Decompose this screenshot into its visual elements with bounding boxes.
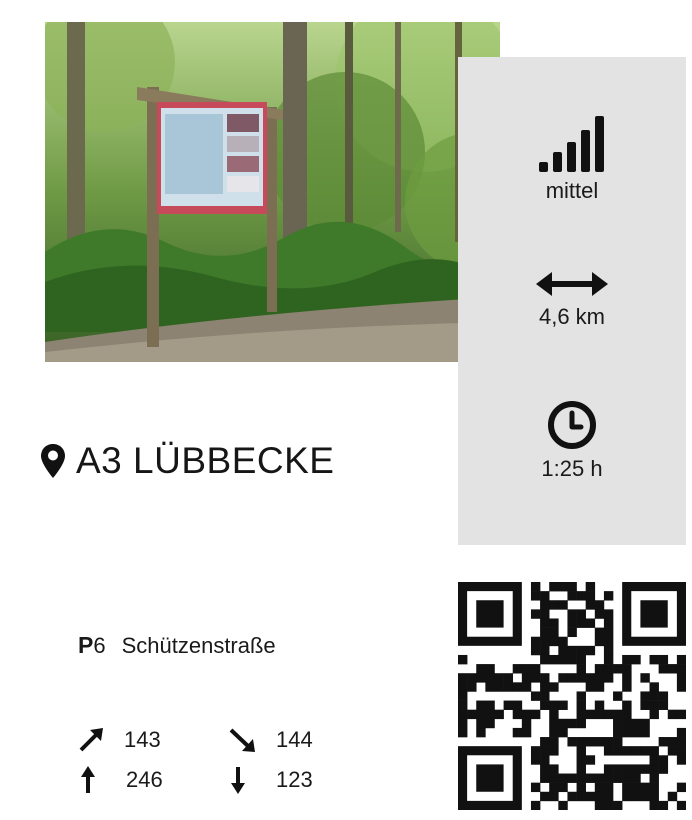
ascent-stat: 143 xyxy=(78,727,161,753)
route-name: A3 LÜBBECKE xyxy=(76,440,335,481)
clock-icon xyxy=(548,401,596,449)
duration-block: 1:25 h xyxy=(508,400,636,480)
max-height-value: 246 xyxy=(126,767,163,792)
parking-street: Schützenstraße xyxy=(121,632,276,658)
tour-info-panel: mittel 4,6 km 1:25 h xyxy=(458,57,686,545)
difficulty-label: mittel xyxy=(545,178,599,203)
duration-label: 1:25 h xyxy=(541,456,603,481)
qr-code-icon xyxy=(458,582,687,811)
map-pin-icon xyxy=(41,444,65,478)
parking-letter: P xyxy=(78,632,94,658)
qr-code[interactable] xyxy=(458,582,687,811)
trail-photo xyxy=(45,22,500,362)
difficulty-block: mittel xyxy=(508,114,636,202)
min-height-value: 123 xyxy=(276,767,313,792)
parking-info: P 6 Schützenstraße xyxy=(78,632,276,659)
signal-bars-icon xyxy=(539,116,604,172)
down-arrow-icon xyxy=(231,767,245,794)
route-title: A3 LÜBBECKE xyxy=(40,436,334,486)
descent-value: 144 xyxy=(276,727,313,752)
diagonal-down-arrow-icon xyxy=(229,728,255,752)
distance-block: 4,6 km xyxy=(508,270,636,328)
diagonal-up-arrow-icon xyxy=(79,728,103,752)
double-arrow-icon xyxy=(536,272,608,296)
parking-number: 6 xyxy=(93,632,106,658)
distance-label: 4,6 km xyxy=(538,304,606,329)
min-height-stat: 123 xyxy=(230,766,313,794)
descent-stat: 144 xyxy=(228,727,313,753)
up-arrow-icon xyxy=(81,766,95,793)
max-height-stat: 246 xyxy=(80,766,163,794)
ascent-value: 143 xyxy=(124,727,161,752)
